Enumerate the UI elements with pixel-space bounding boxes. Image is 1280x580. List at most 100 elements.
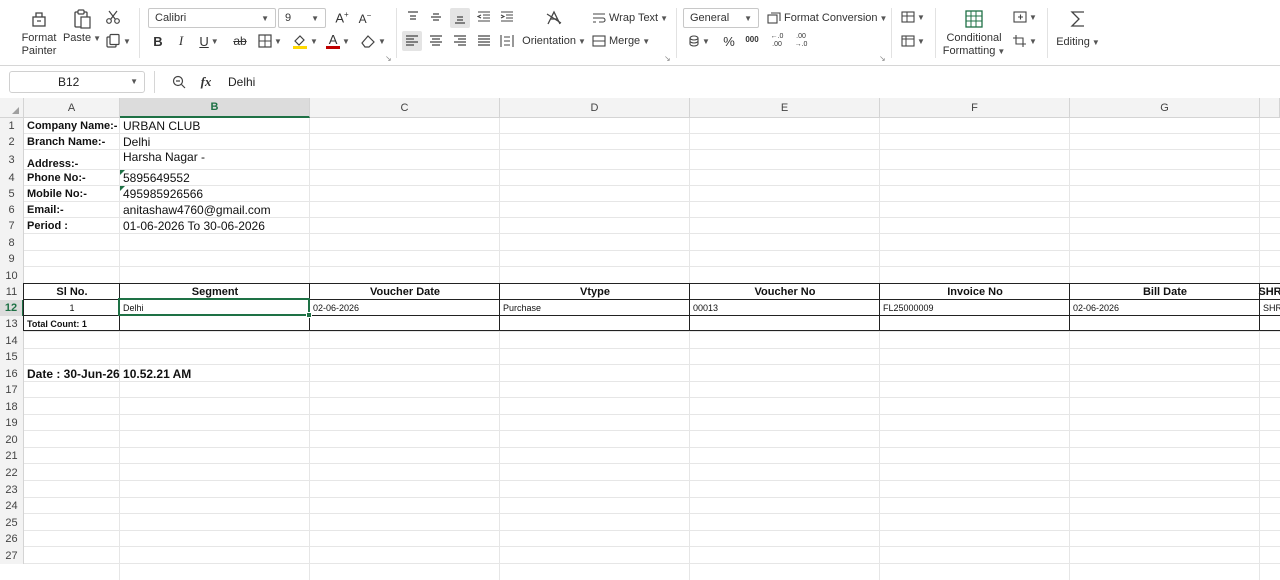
comma-style-button[interactable]: 000: [742, 31, 762, 47]
conditional-formatting-button[interactable]: Conditional Formatting ▼: [943, 6, 1005, 58]
table-header-shr[interactable]: SHR: [1258, 284, 1280, 300]
row-header-13[interactable]: 13: [0, 316, 24, 332]
row-header-7[interactable]: 7: [0, 218, 24, 234]
wrap-text-button[interactable]: Wrap Text ▼: [592, 10, 668, 26]
row-header-8[interactable]: 8: [0, 234, 24, 251]
address-value[interactable]: Harsha Nagar -: [120, 150, 310, 170]
copy-button[interactable]: ▼: [104, 32, 132, 50]
column-header-partial[interactable]: [1260, 98, 1280, 118]
column-header-d[interactable]: D: [500, 98, 690, 118]
select-all-corner[interactable]: [0, 98, 24, 118]
increase-decimal-button[interactable]: ←.0 .00: [766, 32, 788, 50]
report-date[interactable]: Date : 30-Jun-26 10.52.21 AM: [24, 365, 310, 382]
accounting-format-button[interactable]: ▼: [687, 33, 711, 49]
format-painter-button[interactable]: Format Painter: [18, 6, 60, 58]
table-style-button[interactable]: ▼: [900, 33, 926, 49]
font-color-button[interactable]: A ▼: [325, 32, 351, 50]
column-header-e[interactable]: E: [690, 98, 880, 118]
row-header-20[interactable]: 20: [0, 431, 24, 448]
merge-button[interactable]: Merge ▼: [592, 34, 650, 48]
increase-font-button[interactable]: A+: [333, 8, 351, 28]
row-header-24[interactable]: 24: [0, 498, 24, 514]
alignment-dialog-launcher-icon[interactable]: ↘: [664, 54, 671, 63]
branch-value[interactable]: Delhi: [120, 134, 310, 150]
orientation-button[interactable]: Orientation ▼: [522, 34, 586, 48]
table-cell-6[interactable]: FL25000009: [880, 300, 1070, 316]
align-left-button[interactable]: [402, 31, 422, 51]
table-header-vtype[interactable]: Vtype: [500, 284, 690, 300]
fill-handle[interactable]: [306, 312, 312, 318]
table-cell-7[interactable]: 02-06-2026: [1070, 300, 1260, 316]
worksheet-grid[interactable]: A B C D E F G 1 2 3 4 5 6 7 8 9 10 11 12 13 14 15 16 17 18 19 20 21…: [0, 98, 1280, 580]
column-header-c[interactable]: C: [310, 98, 500, 118]
font-size-select[interactable]: 9 ▼: [278, 8, 326, 28]
underline-button[interactable]: U ▼: [196, 32, 222, 50]
row-header-10[interactable]: 10: [0, 267, 24, 284]
cell-styles-button[interactable]: ▼: [900, 9, 926, 25]
row-header-26[interactable]: 26: [0, 531, 24, 547]
align-top-button[interactable]: [404, 8, 422, 26]
row-header-18[interactable]: 18: [0, 398, 24, 415]
address-label[interactable]: Address:-: [24, 150, 120, 170]
table-cell-1[interactable]: 1: [24, 300, 120, 316]
decrease-decimal-button[interactable]: .00 →.0: [790, 32, 812, 50]
editing-button[interactable]: Editing ▼: [1055, 6, 1101, 49]
row-header-5[interactable]: 5: [0, 186, 24, 202]
period-value[interactable]: 01-06-2026 To 30-06-2026: [120, 218, 310, 234]
row-header-23[interactable]: 23: [0, 481, 24, 498]
table-cell-8[interactable]: SHR: [1260, 300, 1280, 316]
column-header-b[interactable]: B: [120, 98, 310, 118]
align-right-button[interactable]: [451, 32, 469, 50]
row-header-14[interactable]: 14: [0, 332, 24, 349]
decrease-font-button[interactable]: A−: [356, 8, 374, 28]
cut-button[interactable]: [104, 8, 122, 26]
column-header-f[interactable]: F: [880, 98, 1070, 118]
row-header-12[interactable]: 12: [0, 300, 24, 316]
row-header-25[interactable]: 25: [0, 514, 24, 531]
font-dialog-launcher-icon[interactable]: ↘: [385, 54, 392, 63]
email-value[interactable]: anitashaw4760@gmail.com: [120, 202, 310, 218]
italic-button[interactable]: I: [172, 32, 190, 50]
email-label[interactable]: Email:-: [24, 202, 120, 218]
text-direction-button[interactable]: [542, 6, 566, 30]
row-header-22[interactable]: 22: [0, 464, 24, 481]
error-indicator-icon[interactable]: [120, 170, 125, 175]
strikethrough-button[interactable]: ab: [230, 32, 250, 50]
row-header-16[interactable]: 16: [0, 365, 24, 382]
row-header-9[interactable]: 9: [0, 251, 24, 267]
phone-value[interactable]: 5895649552: [120, 170, 310, 186]
period-label[interactable]: Period :: [24, 218, 120, 234]
cell-size-button[interactable]: ▼: [1012, 33, 1038, 49]
number-dialog-launcher-icon[interactable]: ↘: [879, 54, 886, 63]
column-header-g[interactable]: G: [1070, 98, 1260, 118]
row-header-2[interactable]: 2: [0, 134, 24, 150]
row-header-3[interactable]: 3: [0, 150, 24, 170]
justify-button[interactable]: [475, 32, 493, 50]
table-header-invoice-no[interactable]: Invoice No: [880, 284, 1070, 300]
table-cell-5[interactable]: 00013: [690, 300, 880, 316]
table-cell-3[interactable]: 02-06-2026: [310, 300, 500, 316]
paste-button[interactable]: Paste ▼: [63, 6, 101, 45]
phone-label[interactable]: Phone No:-: [24, 170, 120, 186]
row-header-21[interactable]: 21: [0, 448, 24, 464]
row-header-1[interactable]: 1: [0, 118, 24, 134]
align-center-button[interactable]: [427, 32, 445, 50]
font-name-select[interactable]: Calibri ▼: [148, 8, 276, 28]
row-header-4[interactable]: 4: [0, 170, 24, 186]
table-header-sl-no[interactable]: Sl No.: [24, 284, 120, 300]
table-cell-2[interactable]: Delhi: [120, 300, 310, 316]
zoom-lookup-button[interactable]: [170, 74, 188, 90]
row-header-11[interactable]: 11: [0, 284, 24, 300]
insert-cells-button[interactable]: ▼: [1012, 9, 1038, 25]
row-header-27[interactable]: 27: [0, 547, 24, 564]
table-header-segment[interactable]: Segment: [120, 284, 310, 300]
row-header-19[interactable]: 19: [0, 415, 24, 431]
branch-label[interactable]: Branch Name:-: [24, 134, 120, 150]
fill-color-button[interactable]: ▼: [291, 32, 319, 50]
row-header-6[interactable]: 6: [0, 202, 24, 218]
mobile-value[interactable]: 495985926566: [120, 186, 310, 202]
percent-button[interactable]: %: [720, 33, 738, 49]
error-indicator-icon[interactable]: [120, 186, 125, 191]
table-cell-4[interactable]: Purchase: [500, 300, 690, 316]
table-header-voucher-date[interactable]: Voucher Date: [310, 284, 500, 300]
